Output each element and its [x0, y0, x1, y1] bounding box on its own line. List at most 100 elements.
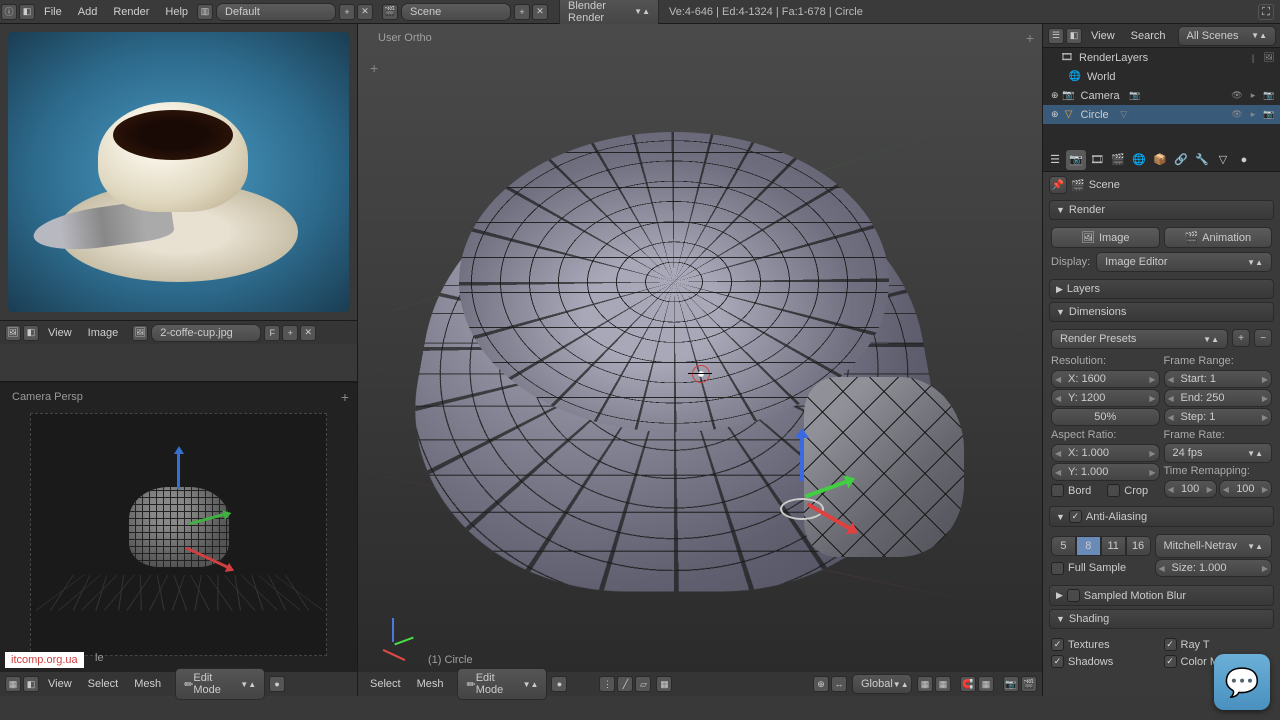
- menu-help[interactable]: Help: [157, 6, 196, 18]
- cam-mode-selector[interactable]: ✏ Edit Mode▼▲: [175, 668, 265, 700]
- camera-viewport[interactable]: Camera Persp + itcomp.org.ua le ▦ ◧ View: [0, 382, 357, 696]
- expand-icon[interactable]: ⊕: [1051, 90, 1059, 101]
- info-editor-icon[interactable]: ⓘ: [1, 4, 17, 20]
- full-sample-checkbox[interactable]: [1051, 562, 1064, 575]
- visibility-icon[interactable]: 👁: [1230, 89, 1244, 103]
- properties-body[interactable]: 📌 🎬 Scene ▼Render 🖼Image 🎬Animation Disp…: [1043, 172, 1280, 696]
- image-editor-type-icon[interactable]: 🖼: [5, 325, 21, 341]
- panel-motion-blur-header[interactable]: ▶Sampled Motion Blur: [1049, 585, 1274, 606]
- aa-size-field[interactable]: ◀Size: 1.000▶: [1155, 559, 1273, 577]
- preset-remove-icon[interactable]: −: [1254, 329, 1272, 347]
- render-presets-selector[interactable]: Render Presets▼▲: [1051, 329, 1228, 349]
- tab-world[interactable]: 🌐: [1129, 150, 1149, 170]
- frame-step-field[interactable]: ◀Step: 1▶: [1164, 408, 1273, 426]
- selectable-icon[interactable]: ▸: [1246, 108, 1260, 122]
- panel-render-header[interactable]: ▼Render: [1049, 200, 1274, 220]
- cam-shading-icon[interactable]: ●: [269, 676, 285, 692]
- cam-menu-select[interactable]: Select: [80, 678, 127, 690]
- tree-row-camera[interactable]: ⊕ 📷Camera 📷 👁▸📷: [1043, 86, 1280, 105]
- tab-object[interactable]: 📦: [1150, 150, 1170, 170]
- layers-icon-2[interactable]: ▦: [935, 676, 951, 692]
- opengl-render-icon[interactable]: 📷: [1003, 676, 1019, 692]
- cam-menu-mesh[interactable]: Mesh: [126, 678, 169, 690]
- aa-samples-selector[interactable]: 5 8 11 16: [1051, 536, 1151, 556]
- outliner-tree[interactable]: 🎞RenderLayers |🖼 🌐World ⊕ 📷Camera 📷 👁▸📷 …: [1043, 48, 1280, 148]
- preset-add-icon[interactable]: +: [1232, 329, 1250, 347]
- snap-icon[interactable]: 🧲: [960, 676, 976, 692]
- scene-remove-icon[interactable]: ✕: [532, 4, 548, 20]
- opengl-anim-icon[interactable]: 🎬: [1021, 676, 1037, 692]
- camera-data-icon[interactable]: 📷: [1128, 89, 1142, 103]
- frame-rate-selector[interactable]: 24 fps▼▲: [1164, 443, 1273, 463]
- image-menu-view[interactable]: View: [40, 327, 80, 339]
- scene-selector[interactable]: Scene: [401, 3, 511, 21]
- vp-menu-mesh[interactable]: Mesh: [409, 678, 452, 690]
- outliner-view-menu[interactable]: View: [1083, 30, 1123, 42]
- frame-start-field[interactable]: ◀Start: 1▶: [1164, 370, 1273, 388]
- edge-select-icon[interactable]: ╱: [617, 676, 633, 692]
- menu-add[interactable]: Add: [70, 6, 106, 18]
- image-unlink-icon[interactable]: ✕: [300, 325, 316, 341]
- resolution-y-field[interactable]: ◀Y: 1200▶: [1051, 389, 1160, 407]
- pin-icon[interactable]: 📌: [1049, 176, 1067, 194]
- motion-blur-checkbox[interactable]: [1067, 589, 1080, 602]
- viewport-toolshelf-toggle-icon[interactable]: +: [370, 60, 378, 76]
- orientation-selector[interactable]: Global▼▲: [852, 674, 912, 694]
- border-checkbox[interactable]: [1051, 484, 1064, 497]
- tab-scene[interactable]: 🎬: [1108, 150, 1128, 170]
- outliner-filter-selector[interactable]: All Scenes▼▲: [1178, 26, 1276, 46]
- visibility-icon[interactable]: 👁: [1230, 108, 1244, 122]
- aspect-x-field[interactable]: ◀X: 1.000▶: [1051, 444, 1160, 462]
- transform-gizmo[interactable]: [762, 466, 842, 546]
- tree-row-world[interactable]: 🌐World: [1043, 67, 1280, 86]
- shadows-checkbox[interactable]: [1051, 655, 1064, 668]
- renderlayer-toggle-icon[interactable]: 🖼: [1262, 51, 1276, 65]
- menu-render[interactable]: Render: [105, 6, 157, 18]
- aa-sample-5[interactable]: 5: [1051, 536, 1076, 556]
- outliner-menu-toggle-icon[interactable]: ◧: [1066, 28, 1082, 44]
- image-add-icon[interactable]: +: [282, 325, 298, 341]
- display-selector[interactable]: Image Editor▼▲: [1096, 252, 1272, 272]
- editor-type-icon[interactable]: ☰: [1045, 150, 1065, 170]
- tab-material[interactable]: ●: [1234, 150, 1254, 170]
- chat-widget-icon[interactable]: 💬: [1214, 654, 1270, 710]
- layout-selector[interactable]: Default: [216, 3, 336, 21]
- image-browse-icon[interactable]: 🖼: [132, 325, 148, 341]
- tab-constraints[interactable]: 🔗: [1171, 150, 1191, 170]
- layout-icon[interactable]: ▥: [197, 4, 213, 20]
- tab-render[interactable]: 📷: [1066, 150, 1086, 170]
- outliner-search-menu[interactable]: Search: [1123, 30, 1174, 42]
- aa-sample-8[interactable]: 8: [1076, 536, 1101, 556]
- mesh-data-icon[interactable]: ▽: [1117, 108, 1131, 122]
- raytracing-checkbox[interactable]: [1164, 638, 1177, 651]
- image-fake-user-button[interactable]: F: [264, 325, 280, 341]
- renderable-icon[interactable]: 📷: [1262, 89, 1276, 103]
- reference-image[interactable]: [8, 32, 349, 312]
- aa-checkbox[interactable]: [1069, 510, 1082, 523]
- scene-add-icon[interactable]: +: [514, 4, 530, 20]
- image-menu-image[interactable]: Image: [80, 327, 127, 339]
- tab-modifiers[interactable]: 🔧: [1192, 150, 1212, 170]
- aspect-y-field[interactable]: ◀Y: 1.000▶: [1051, 463, 1160, 481]
- resolution-percent-field[interactable]: 50%: [1051, 408, 1160, 426]
- panel-shading-header[interactable]: ▼Shading: [1049, 609, 1274, 629]
- tab-render-layers[interactable]: 🎞: [1087, 150, 1107, 170]
- pivot-icon[interactable]: ⊕: [813, 676, 829, 692]
- viewport-properties-toggle-icon[interactable]: +: [1026, 30, 1034, 46]
- expand-icon[interactable]: ⊕: [1051, 109, 1059, 120]
- menu-file[interactable]: File: [36, 6, 70, 18]
- camera-region-toggle-icon[interactable]: +: [341, 389, 349, 405]
- limit-selection-icon[interactable]: ▦: [656, 676, 672, 692]
- tree-row-circle[interactable]: ⊕ ▽Circle ▽ 👁▸📷: [1043, 105, 1280, 124]
- time-remap-old-field[interactable]: ◀100▶: [1164, 480, 1217, 498]
- vp-menu-select[interactable]: Select: [362, 678, 409, 690]
- window-menu-icon[interactable]: ◧: [19, 4, 35, 20]
- gizmo-z-axis[interactable]: [177, 449, 180, 489]
- crop-checkbox[interactable]: [1107, 484, 1120, 497]
- face-select-icon[interactable]: ▱: [635, 676, 651, 692]
- layout-add-icon[interactable]: +: [339, 4, 355, 20]
- aa-filter-selector[interactable]: Mitchell-Netrav▼▲: [1155, 534, 1273, 558]
- layers-icon[interactable]: ▦: [917, 676, 933, 692]
- textures-checkbox[interactable]: [1051, 638, 1064, 651]
- tree-row-renderlayers[interactable]: 🎞RenderLayers |🖼: [1043, 48, 1280, 67]
